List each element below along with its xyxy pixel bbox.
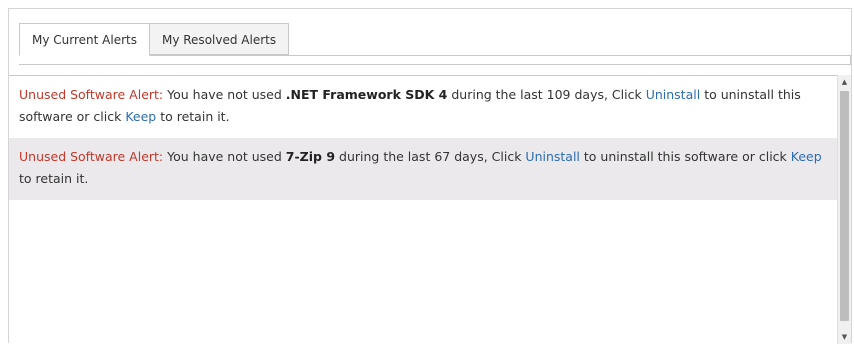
alert-text: to uninstall this software or click (583, 149, 787, 164)
keep-link[interactable]: Keep (125, 109, 156, 124)
alert-text: You have not used (167, 87, 282, 102)
alert-text: to retain it. (19, 171, 89, 186)
alert-item-7zip: Unused Software Alert: You have not used… (9, 138, 837, 200)
tab-strip: My Current Alerts My Resolved Alerts (9, 9, 851, 73)
scroll-up-icon[interactable]: ▲ (838, 75, 851, 89)
alert-label: Unused Software Alert: (19, 149, 164, 164)
keep-link[interactable]: Keep (791, 149, 822, 164)
tab-my-current-alerts[interactable]: My Current Alerts (19, 23, 150, 56)
alert-text: You have not used (167, 149, 282, 164)
vertical-scrollbar[interactable]: ▲ ▼ (837, 75, 851, 344)
scrollbar-thumb[interactable] (840, 91, 849, 321)
uninstall-link[interactable]: Uninstall (525, 149, 580, 164)
alert-text: during the last 109 days, Click (451, 87, 642, 102)
tabs: My Current Alerts My Resolved Alerts (19, 23, 290, 56)
software-name: .NET Framework SDK 4 (285, 87, 448, 102)
alert-list: Unused Software Alert: You have not used… (9, 75, 837, 345)
software-name: 7-Zip 9 (285, 149, 336, 164)
alert-text: to retain it. (160, 109, 230, 124)
tab-baseline (19, 55, 851, 65)
uninstall-link[interactable]: Uninstall (646, 87, 701, 102)
alert-label: Unused Software Alert: (19, 87, 164, 102)
tab-my-resolved-alerts[interactable]: My Resolved Alerts (148, 23, 290, 55)
alert-text: during the last 67 days, Click (339, 149, 522, 164)
scroll-down-icon[interactable]: ▼ (838, 330, 851, 344)
alert-item-net-framework: Unused Software Alert: You have not used… (9, 76, 837, 138)
alerts-panel: My Current Alerts My Resolved Alerts Unu… (8, 8, 852, 345)
